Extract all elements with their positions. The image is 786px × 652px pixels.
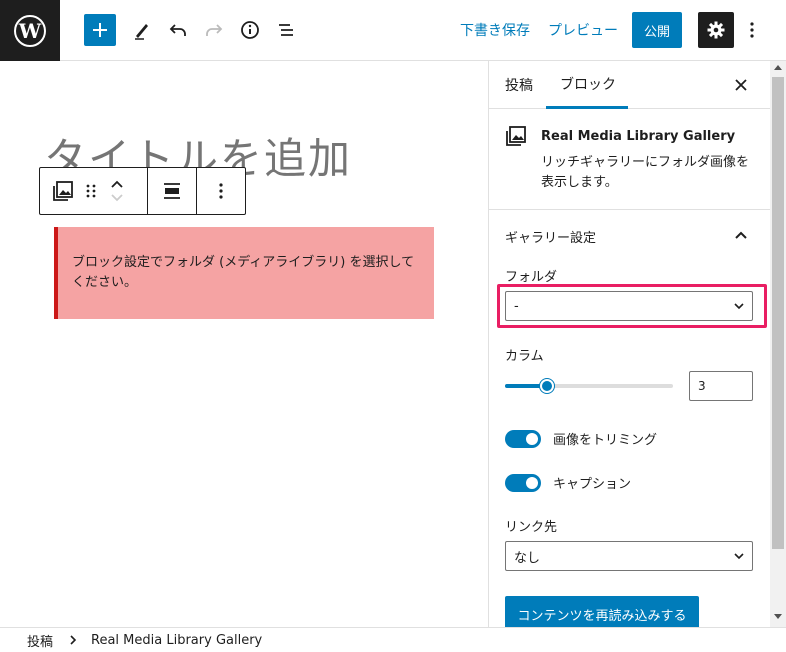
settings-sidebar: 投稿 ブロック Real Media Library Gallery リッチギャ… — [488, 61, 770, 627]
chevron-up-icon[interactable] — [735, 231, 747, 239]
breadcrumb-item-block[interactable]: Real Media Library Gallery — [91, 633, 262, 648]
move-buttons — [110, 180, 124, 202]
folder-select-value: - — [514, 298, 519, 314]
save-draft-button[interactable]: 下書き保存 — [460, 20, 530, 40]
chevron-down-icon — [734, 303, 744, 310]
scrollbar-thumb[interactable] — [772, 77, 784, 549]
list-view-button[interactable] — [272, 14, 300, 46]
redo-button[interactable] — [200, 14, 228, 46]
drag-handle-icon[interactable] — [86, 183, 96, 199]
columns-input[interactable]: 3 — [689, 371, 753, 401]
options-menu-button[interactable] — [742, 14, 762, 46]
link-select[interactable]: なし — [505, 541, 753, 571]
sidebar-scrollbar[interactable] — [770, 61, 786, 627]
caption-toggle[interactable] — [505, 474, 541, 492]
undo-icon — [169, 24, 186, 36]
publish-button[interactable]: 公開 — [632, 12, 682, 48]
reload-content-button[interactable]: コンテンツを再読み込みする — [505, 596, 699, 627]
add-block-button[interactable] — [84, 14, 116, 46]
link-select-value: なし — [514, 550, 541, 566]
block-card: Real Media Library Gallery リッチギャラリーにフォルダ… — [489, 109, 770, 210]
block-toolbar-group-3 — [197, 168, 245, 214]
folder-select[interactable]: - — [505, 291, 753, 321]
wordpress-icon: W — [14, 14, 46, 47]
toggle-knob — [526, 433, 538, 445]
link-label: リンク先 — [505, 520, 558, 535]
block-toolbar-group-2 — [148, 168, 197, 214]
crop-toggle[interactable] — [505, 430, 541, 448]
tab-post[interactable]: 投稿 — [505, 61, 533, 109]
sidebar-tabs: 投稿 ブロック — [489, 61, 770, 109]
more-vertical-icon[interactable] — [219, 182, 223, 200]
block-title: Real Media Library Gallery — [541, 129, 736, 144]
gallery-icon[interactable] — [52, 180, 74, 202]
caption-label: キャプション — [553, 477, 632, 492]
details-button[interactable] — [236, 14, 264, 46]
columns-slider[interactable] — [505, 379, 673, 393]
gear-icon — [707, 21, 725, 39]
undo-button[interactable] — [164, 14, 192, 46]
toggle-knob — [526, 477, 538, 489]
align-wide-icon[interactable] — [163, 182, 181, 200]
chevron-down-icon[interactable] — [110, 193, 124, 202]
crop-label: 画像をトリミング — [553, 433, 658, 448]
preview-button[interactable]: プレビュー — [548, 20, 618, 40]
pencil-icon — [135, 24, 148, 40]
editor-canvas: タイトルを追加 ブロック設定でフォルダ (メディアライブラリ) を選択してくださ… — [0, 61, 488, 627]
columns-slider-thumb[interactable] — [540, 379, 554, 393]
scroll-down-arrow[interactable] — [774, 614, 782, 619]
more-vertical-icon — [750, 22, 754, 38]
close-sidebar-button[interactable] — [729, 73, 753, 97]
tab-block[interactable]: ブロック — [546, 61, 628, 109]
top-toolbar: W 下書き保存 プレビュー 公開 — [0, 0, 786, 61]
svg-text:W: W — [18, 19, 42, 43]
panel-title[interactable]: ギャラリー設定 — [505, 227, 596, 246]
error-notice: ブロック設定でフォルダ (メディアライブラリ) を選択してください。 — [54, 227, 434, 319]
block-description: リッチギャラリーにフォルダ画像を表示します。 — [541, 155, 750, 190]
list-view-icon — [279, 24, 293, 36]
block-toolbar — [39, 167, 246, 215]
tools-button[interactable] — [128, 14, 156, 46]
redo-icon — [206, 24, 223, 36]
wordpress-logo[interactable]: W — [0, 0, 60, 61]
chevron-down-icon — [734, 553, 744, 560]
chevron-up-icon[interactable] — [110, 180, 124, 189]
close-icon — [735, 79, 747, 91]
breadcrumb-item-post[interactable]: 投稿 — [27, 631, 53, 650]
block-toolbar-group-1 — [40, 168, 148, 214]
scroll-up-arrow[interactable] — [774, 65, 782, 70]
folder-label: フォルダ — [505, 270, 558, 285]
chevron-right-icon — [70, 635, 77, 645]
gallery-icon — [506, 126, 526, 146]
breadcrumb: 投稿 Real Media Library Gallery — [0, 627, 786, 652]
settings-button[interactable] — [698, 12, 734, 48]
columns-label: カラム — [505, 349, 544, 364]
info-icon — [241, 21, 259, 39]
plus-icon — [93, 23, 107, 37]
